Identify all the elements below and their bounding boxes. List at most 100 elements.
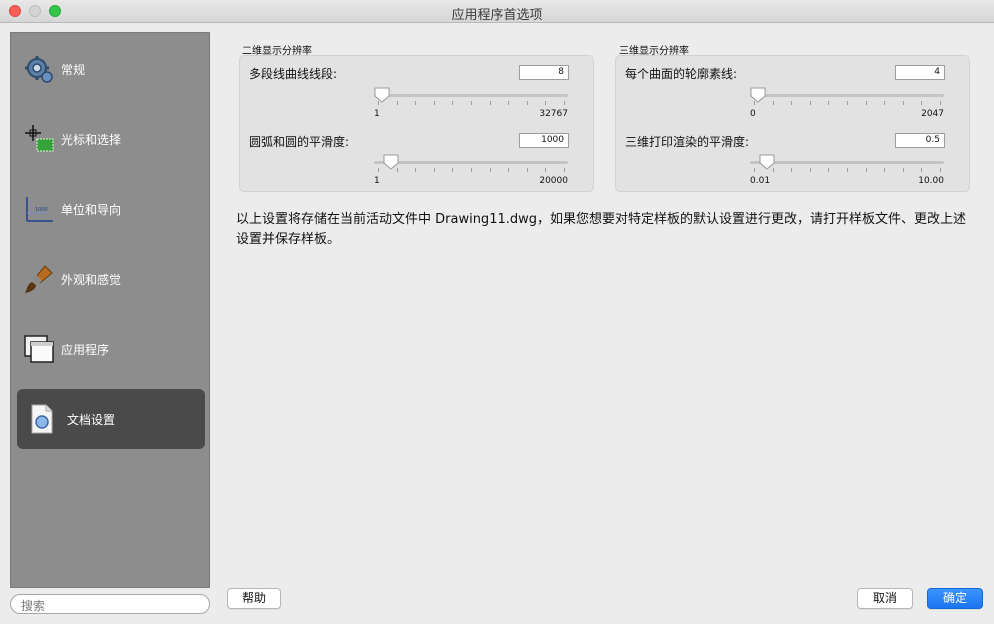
slider-tick xyxy=(471,101,472,105)
sidebar-item-document-settings[interactable]: 文档设置 xyxy=(17,389,205,449)
slider-tick xyxy=(434,168,435,172)
slider-tick xyxy=(884,168,885,172)
plot-smoothness-slider[interactable]: 0.01 10.00 xyxy=(750,154,944,186)
slider-tick xyxy=(847,101,848,105)
slider-tick xyxy=(810,101,811,105)
contour-lines-input[interactable]: 4 xyxy=(895,65,945,80)
slider-max-label: 32767 xyxy=(539,109,568,119)
slider-ticks xyxy=(750,101,944,105)
title-bar: 应用程序首选项 xyxy=(0,0,994,23)
slider-track xyxy=(750,94,944,97)
sidebar-item-look-feel[interactable]: 外观和感觉 xyxy=(17,249,205,309)
slider-tick xyxy=(903,168,904,172)
sidebar-item-label: 常规 xyxy=(61,63,86,77)
slider-tick xyxy=(545,101,546,105)
slider-tick xyxy=(866,168,867,172)
slider-track xyxy=(374,94,568,97)
slider-ticks xyxy=(374,101,568,105)
slider-thumb[interactable] xyxy=(750,87,766,103)
window-title: 应用程序首选项 xyxy=(451,8,543,23)
slider-tick xyxy=(564,168,565,172)
slider-tick xyxy=(564,101,565,105)
panel-3d: 每个曲面的轮廓素线: 4 0 2047 三维打印渲染的平滑度: 0.5 0.01… xyxy=(615,55,970,192)
slider-tick xyxy=(508,101,509,105)
panel-2d: 多段线曲线线段: 8 1 32767 圆弧和圆的平滑度: 1000 1 2000… xyxy=(239,55,594,192)
slider-tick xyxy=(791,101,792,105)
slider-tick xyxy=(490,101,491,105)
contour-lines-label: 每个曲面的轮廓素线: xyxy=(625,67,738,81)
plot-smoothness-label: 三维打印渲染的平滑度: xyxy=(625,135,750,149)
slider-tick xyxy=(415,168,416,172)
sidebar-item-label: 光标和选择 xyxy=(61,133,122,147)
search-input[interactable] xyxy=(21,599,201,613)
polyline-segments-slider[interactable]: 1 32767 xyxy=(374,87,568,119)
slider-min-label: 0 xyxy=(750,109,756,119)
ok-button[interactable]: 确定 xyxy=(927,588,983,609)
slider-track xyxy=(374,161,568,164)
slider-tick xyxy=(940,168,941,172)
polyline-segments-input[interactable]: 8 xyxy=(519,65,569,80)
slider-tick xyxy=(754,168,755,172)
slider-tick xyxy=(527,101,528,105)
slider-tick xyxy=(452,101,453,105)
slider-tick xyxy=(828,101,829,105)
slider-track xyxy=(750,161,944,164)
sidebar-item-label: 应用程序 xyxy=(61,343,110,357)
slider-tick xyxy=(415,101,416,105)
slider-max-label: 2047 xyxy=(921,109,944,119)
cancel-button[interactable]: 取消 xyxy=(857,588,913,609)
arc-smoothness-label: 圆弧和圆的平滑度: xyxy=(249,135,350,149)
slider-tick xyxy=(508,168,509,172)
paintbrush-icon xyxy=(25,265,53,293)
slider-min-label: 0.01 xyxy=(750,176,771,186)
sidebar-item-label: 外观和感觉 xyxy=(61,273,122,287)
slider-thumb[interactable] xyxy=(383,154,399,170)
sidebar-item-label: 文档设置 xyxy=(67,413,116,427)
sidebar-item-units-guides[interactable]: 1000 单位和导向 xyxy=(17,179,205,239)
svg-text:1000: 1000 xyxy=(35,207,48,213)
document-icon xyxy=(31,404,53,434)
slider-tick xyxy=(810,168,811,172)
slider-tick xyxy=(791,168,792,172)
contour-lines-slider[interactable]: 0 2047 xyxy=(750,87,944,119)
sidebar-item-label: 单位和导向 xyxy=(61,203,122,217)
plot-smoothness-input[interactable]: 0.5 xyxy=(895,133,945,148)
slider-min-label: 1 xyxy=(374,109,380,119)
sidebar-item-application[interactable]: 应用程序 xyxy=(17,319,205,379)
slider-tick xyxy=(773,101,774,105)
slider-ticks xyxy=(374,168,568,172)
slider-min-label: 1 xyxy=(374,176,380,186)
slider-tick xyxy=(866,101,867,105)
slider-tick xyxy=(545,168,546,172)
units-guides-icon: 1000 xyxy=(26,197,53,222)
help-button[interactable]: 帮助 xyxy=(227,588,281,609)
slider-max-label: 20000 xyxy=(539,176,568,186)
slider-tick xyxy=(452,168,453,172)
sidebar-item-cursor-selection[interactable]: 光标和选择 xyxy=(17,109,205,169)
gear-icon xyxy=(25,56,53,83)
search-field[interactable] xyxy=(10,594,210,614)
slider-tick xyxy=(471,168,472,172)
slider-tick xyxy=(847,168,848,172)
arc-smoothness-slider[interactable]: 1 20000 xyxy=(374,154,568,186)
arc-smoothness-input[interactable]: 1000 xyxy=(519,133,569,148)
slider-tick xyxy=(921,168,922,172)
slider-tick xyxy=(921,101,922,105)
slider-ticks xyxy=(750,168,944,172)
slider-tick xyxy=(884,101,885,105)
slider-tick xyxy=(434,101,435,105)
slider-thumb[interactable] xyxy=(759,154,775,170)
slider-max-label: 10.00 xyxy=(918,176,944,186)
slider-tick xyxy=(397,101,398,105)
windows-icon xyxy=(24,335,54,363)
slider-thumb[interactable] xyxy=(374,87,390,103)
slider-tick xyxy=(527,168,528,172)
polyline-segments-label: 多段线曲线线段: xyxy=(249,67,338,81)
slider-tick xyxy=(378,168,379,172)
slider-tick xyxy=(490,168,491,172)
slider-tick xyxy=(903,101,904,105)
cursor-selection-icon xyxy=(25,125,54,152)
sidebar: 常规 光标和选择 1000 单位和导向 外观和感觉 应用程序 文档设置 xyxy=(10,32,210,588)
sidebar-item-general[interactable]: 常规 xyxy=(17,39,205,99)
settings-note: 以上设置将存储在当前活动文件中 Drawing11.dwg，如果您想要对特定样板… xyxy=(236,212,967,247)
